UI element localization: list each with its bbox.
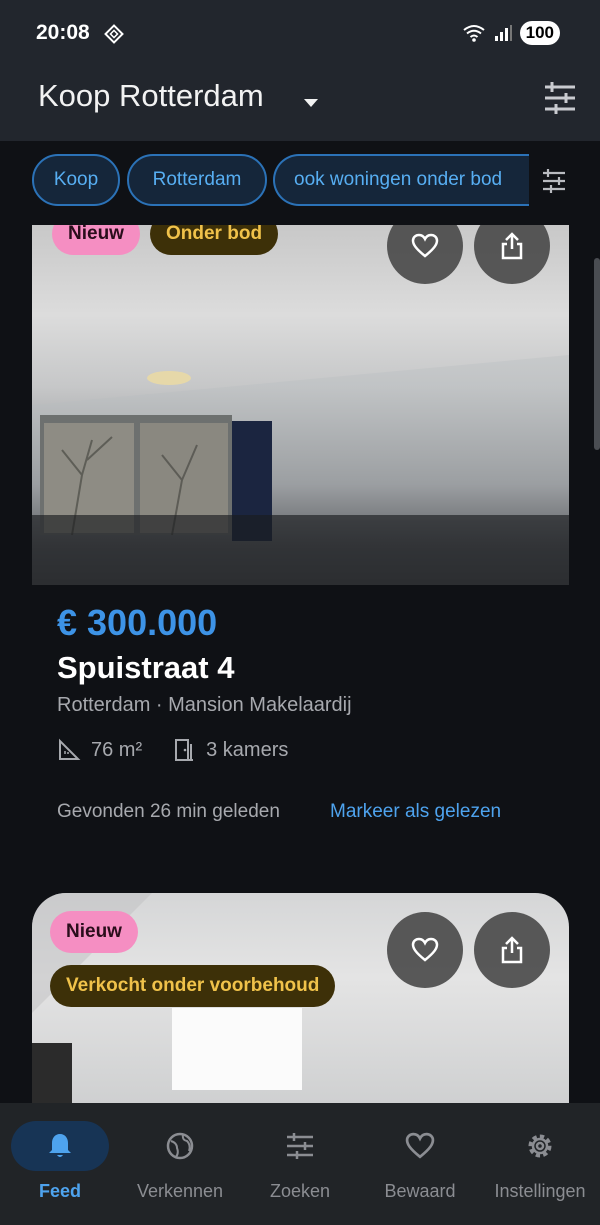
app-bar: Koop Rotterdam xyxy=(0,66,600,141)
nav-settings-label: Instellingen xyxy=(494,1181,586,1201)
share-icon xyxy=(501,936,523,964)
signal-icon xyxy=(494,25,512,41)
listing-rooms: 3 kamers xyxy=(206,738,289,761)
filter-chips: Koop Rotterdam ook woningen onder bod xyxy=(0,141,600,225)
heart-icon xyxy=(411,233,439,258)
bottom-navigation: Feed Verkennen Zoeken Bewaard Instelling… xyxy=(0,1103,600,1225)
scrollbar-thumb[interactable] xyxy=(594,258,600,450)
room-photo-illustration xyxy=(32,355,569,585)
nav-feed-label: Feed xyxy=(38,1181,81,1201)
gear-icon xyxy=(528,1134,552,1158)
nav-saved[interactable]: Bewaard xyxy=(360,1121,480,1213)
chips-filter-icon[interactable] xyxy=(540,167,568,195)
nav-explore-pill xyxy=(131,1121,229,1171)
listing-location-agent: Rotterdam · Mansion Makelaardij xyxy=(57,694,352,716)
listing-street[interactable]: Spuistraat 4 xyxy=(57,650,234,686)
listing-price: € 300.000 xyxy=(57,602,218,643)
chip-koop[interactable]: Koop xyxy=(32,154,120,206)
listing-photo-2[interactable]: Nieuw Verkocht onder voorbehoud xyxy=(32,893,569,1103)
mark-as-read-link[interactable]: Markeer als gelezen xyxy=(330,801,501,823)
nav-search-pill xyxy=(251,1121,349,1171)
wifi-icon xyxy=(463,25,485,42)
badge-new-2: Nieuw xyxy=(50,911,138,953)
nav-settings-pill xyxy=(491,1121,589,1171)
chip-rotterdam[interactable]: Rotterdam xyxy=(127,154,267,206)
door-icon xyxy=(175,739,194,761)
nav-saved-label: Bewaard xyxy=(384,1181,456,1201)
nav-explore-label: Verkennen xyxy=(136,1181,224,1201)
listing-photo[interactable]: Nieuw Onder bod xyxy=(32,225,569,585)
heart-icon xyxy=(411,937,439,962)
status-time: 20:08 xyxy=(36,21,90,44)
nav-search[interactable]: Zoeken xyxy=(240,1121,360,1213)
badge-onder-bod: Onder bod xyxy=(150,225,279,255)
area-ruler-icon xyxy=(59,738,81,760)
listing-found-time: Gevonden 26 min geleden xyxy=(57,801,280,822)
page-title[interactable]: Koop Rotterdam xyxy=(38,78,264,114)
caret-down-icon[interactable] xyxy=(302,94,320,112)
nav-settings[interactable]: Instellingen xyxy=(480,1121,600,1213)
nav-feed-pill xyxy=(11,1121,109,1171)
heart-icon xyxy=(405,1132,435,1159)
nav-feed[interactable]: Feed xyxy=(0,1121,120,1213)
share-button-2[interactable] xyxy=(474,912,550,988)
badge-sold-conditional: Verkocht onder voorbehoud xyxy=(50,965,336,1007)
battery-level: 100 xyxy=(519,21,560,45)
nav-search-label: Zoeken xyxy=(269,1181,331,1201)
badge-new: Nieuw xyxy=(52,225,140,255)
status-indicators: 100 xyxy=(462,21,560,45)
chip-onder-bod[interactable]: ook woningen onder bod xyxy=(273,154,529,206)
status-bar: 20:08 100 xyxy=(0,0,600,66)
bell-icon xyxy=(49,1134,71,1157)
listing-area: 76 m² xyxy=(91,738,143,761)
nav-saved-pill xyxy=(371,1121,469,1171)
notification-diamond-icon xyxy=(104,24,124,44)
listing-specs: 76 m² 3 kamers xyxy=(57,738,288,762)
globe-icon xyxy=(166,1132,194,1160)
filter-settings-icon[interactable] xyxy=(542,80,578,116)
share-icon xyxy=(501,232,523,260)
sliders-icon xyxy=(287,1133,313,1159)
nav-explore[interactable]: Verkennen xyxy=(120,1121,240,1213)
favorite-button-2[interactable] xyxy=(387,912,463,988)
